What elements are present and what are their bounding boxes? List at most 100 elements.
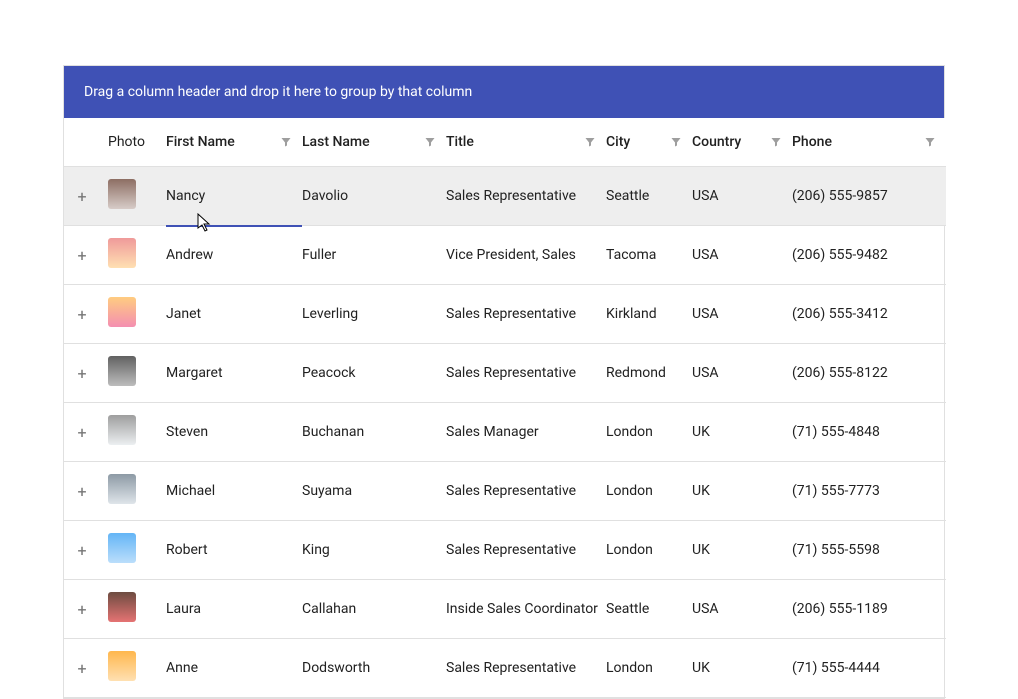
cell-country: USA [692, 285, 792, 344]
table-row[interactable]: +AnneDodsworthSales RepresentativeLondon… [64, 639, 946, 698]
cell-photo [108, 226, 166, 285]
cell-phone: (71) 555-5598 [792, 521, 946, 580]
cell-phone: (206) 555-1189 [792, 580, 946, 639]
column-header-country[interactable]: Country [692, 118, 792, 167]
avatar [108, 238, 136, 268]
avatar [108, 592, 136, 622]
cell-last-name: Leverling [302, 285, 446, 344]
table-row[interactable]: +AndrewFullerVice President, SalesTacoma… [64, 226, 946, 285]
column-header-label: Last Name [302, 134, 370, 150]
cell-last-name: Peacock [302, 344, 446, 403]
column-header-phone[interactable]: Phone [792, 118, 946, 167]
cell-country: USA [692, 580, 792, 639]
column-header-row: Photo First Name Last Name Title [64, 118, 946, 167]
expand-row-button[interactable]: + [64, 462, 108, 521]
expand-row-button[interactable]: + [64, 403, 108, 462]
cell-first-name: Robert [166, 521, 302, 580]
column-header-label: Photo [108, 134, 145, 150]
grouping-drop-bar[interactable]: Drag a column header and drop it here to… [64, 66, 944, 118]
filter-icon[interactable] [670, 136, 682, 148]
expand-row-button[interactable]: + [64, 285, 108, 344]
expand-row-button[interactable]: + [64, 344, 108, 403]
cell-country: UK [692, 403, 792, 462]
expand-row-button[interactable]: + [64, 167, 108, 226]
avatar [108, 179, 136, 209]
avatar [108, 651, 136, 681]
cell-phone: (206) 555-9482 [792, 226, 946, 285]
cell-title: Sales Representative [446, 285, 606, 344]
cell-country: USA [692, 344, 792, 403]
cell-city: Seattle [606, 167, 692, 226]
cell-last-name: Callahan [302, 580, 446, 639]
cell-first-name: Steven [166, 403, 302, 462]
cell-city: Tacoma [606, 226, 692, 285]
column-header-title[interactable]: Title [446, 118, 606, 167]
filter-icon[interactable] [584, 136, 596, 148]
cell-first-name: Andrew [166, 226, 302, 285]
avatar [108, 415, 136, 445]
column-header-last-name[interactable]: Last Name [302, 118, 446, 167]
avatar [108, 356, 136, 386]
cell-photo [108, 580, 166, 639]
avatar [108, 297, 136, 327]
cell-city: Redmond [606, 344, 692, 403]
cell-first-name: Laura [166, 580, 302, 639]
expand-row-button[interactable]: + [64, 580, 108, 639]
grouping-placeholder-text: Drag a column header and drop it here to… [84, 84, 472, 100]
filter-icon[interactable] [280, 136, 292, 148]
cell-country: USA [692, 226, 792, 285]
table-row[interactable]: + NancyDavolioSales RepresentativeSeattle… [64, 167, 946, 226]
table-row[interactable]: + JanetLeverlingSales RepresentativeKirkl… [64, 285, 946, 344]
cell-city: London [606, 462, 692, 521]
column-header-label: Country [692, 134, 741, 150]
column-header-label: City [606, 134, 630, 150]
cell-photo [108, 462, 166, 521]
cell-photo [108, 521, 166, 580]
column-header-city[interactable]: City [606, 118, 692, 167]
cell-phone: (71) 555-7773 [792, 462, 946, 521]
cell-photo [108, 344, 166, 403]
expand-row-button[interactable]: + [64, 639, 108, 698]
column-header-photo[interactable]: Photo [108, 118, 166, 167]
expand-row-button[interactable]: + [64, 226, 108, 285]
cell-city: Kirkland [606, 285, 692, 344]
cell-title: Sales Representative [446, 344, 606, 403]
cell-first-name: Nancy [166, 167, 302, 226]
cell-last-name: Davolio [302, 167, 446, 226]
employees-table: Photo First Name Last Name Title [64, 118, 946, 698]
cell-first-name: Janet [166, 285, 302, 344]
cell-photo [108, 167, 166, 226]
cell-country: UK [692, 639, 792, 698]
cell-title: Sales Representative [446, 167, 606, 226]
cell-first-name: Michael [166, 462, 302, 521]
avatar [108, 533, 136, 563]
table-row[interactable]: +MichaelSuyamaSales RepresentativeLondon… [64, 462, 946, 521]
cell-title: Inside Sales Coordinator [446, 580, 606, 639]
cell-country: UK [692, 521, 792, 580]
cell-phone: (206) 555-9857 [792, 167, 946, 226]
cell-last-name: Suyama [302, 462, 446, 521]
cell-title: Sales Representative [446, 521, 606, 580]
column-header-first-name[interactable]: First Name [166, 118, 302, 167]
cell-phone: (71) 555-4848 [792, 403, 946, 462]
table-row[interactable]: +LauraCallahanInside Sales CoordinatorSe… [64, 580, 946, 639]
filter-icon[interactable] [924, 136, 936, 148]
cell-city: London [606, 403, 692, 462]
table-row[interactable]: +RobertKingSales RepresentativeLondonUK(… [64, 521, 946, 580]
cell-country: USA [692, 167, 792, 226]
cell-phone: (206) 555-8122 [792, 344, 946, 403]
cell-city: London [606, 521, 692, 580]
filter-icon[interactable] [770, 136, 782, 148]
column-header-label: First Name [166, 134, 235, 150]
cell-phone: (206) 555-3412 [792, 285, 946, 344]
table-row[interactable]: +MargaretPeacockSales RepresentativeRedm… [64, 344, 946, 403]
table-row[interactable]: +StevenBuchananSales ManagerLondonUK(71)… [64, 403, 946, 462]
column-header-label: Phone [792, 134, 832, 150]
filter-icon[interactable] [424, 136, 436, 148]
cell-title: Sales Representative [446, 639, 606, 698]
cell-photo [108, 285, 166, 344]
cell-last-name: Dodsworth [302, 639, 446, 698]
cell-photo [108, 639, 166, 698]
expand-row-button[interactable]: + [64, 521, 108, 580]
cell-city: London [606, 639, 692, 698]
